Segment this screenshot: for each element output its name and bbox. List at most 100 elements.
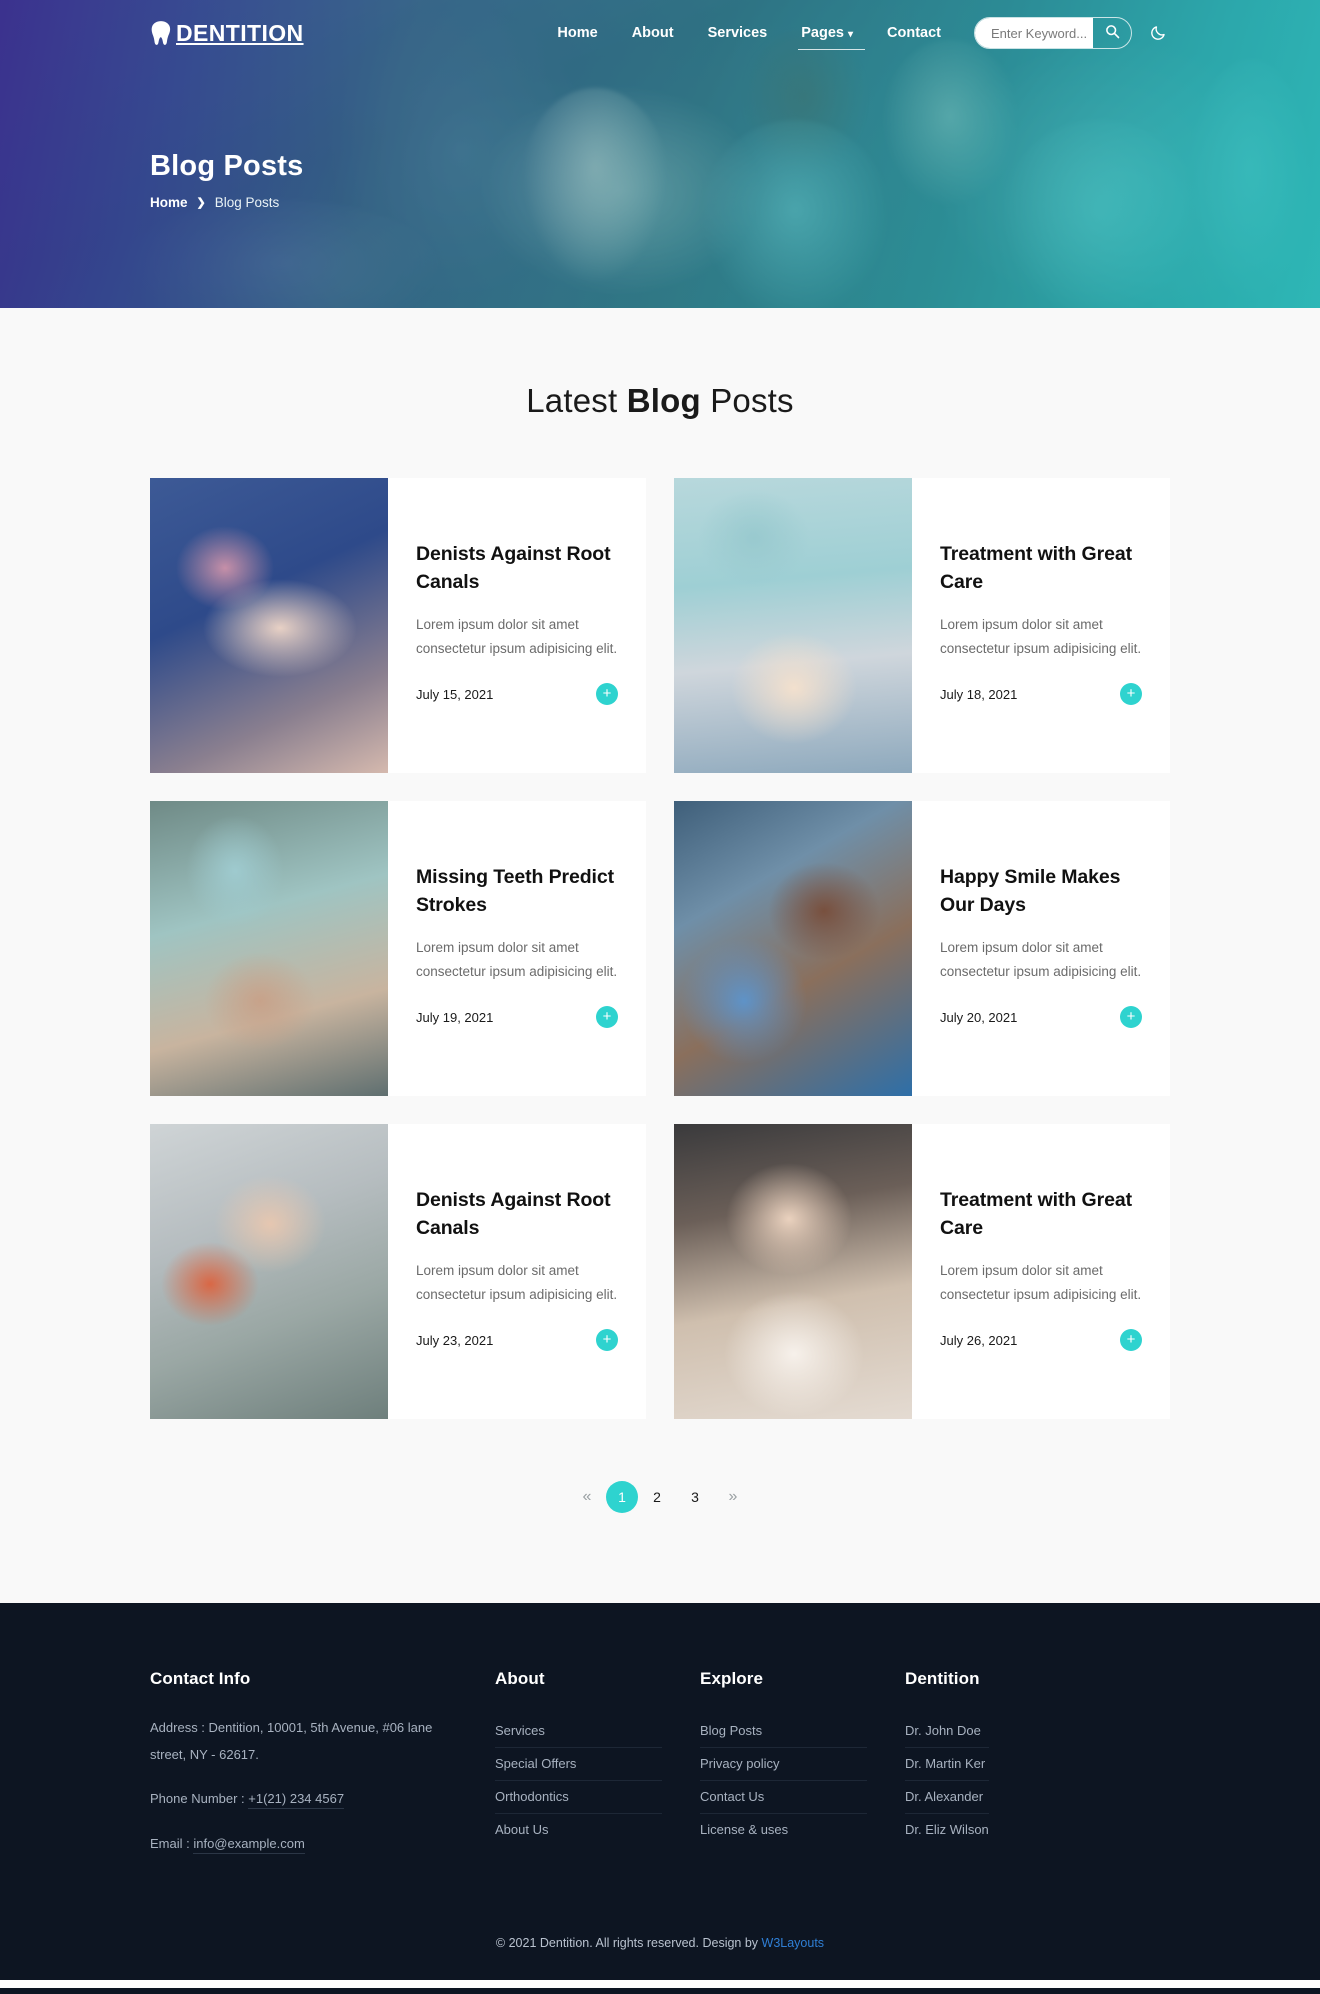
brand-logo[interactable]: DENTITION: [150, 20, 304, 47]
blog-card[interactable]: Denists Against Root Canals Lorem ipsum …: [150, 1124, 646, 1419]
footer-link-dr-martin-ker[interactable]: Dr. Martin Ker: [905, 1748, 989, 1780]
blog-card[interactable]: Treatment with Great Care Lorem ipsum do…: [674, 478, 1170, 773]
footer-link-contact-us[interactable]: Contact Us: [700, 1781, 867, 1813]
breadcrumb: Home ❯ Blog Posts: [150, 195, 1320, 210]
blog-card-footer: July 23, 2021 +: [416, 1329, 618, 1419]
nav-item-pages[interactable]: Pages ▾: [784, 25, 870, 50]
blog-title[interactable]: Happy Smile Makes Our Days: [940, 863, 1142, 920]
pagination-page-2[interactable]: 2: [638, 1481, 676, 1513]
blog-card-footer: July 18, 2021 +: [940, 683, 1142, 773]
bottom-strip-dark: [0, 1987, 1320, 1994]
blog-title[interactable]: Denists Against Root Canals: [416, 1186, 618, 1243]
list-item: Dr. John Doe: [905, 1715, 989, 1748]
footer-email-label: Email :: [150, 1835, 194, 1851]
list-item: Special Offers: [495, 1748, 662, 1781]
blog-thumbnail[interactable]: [674, 1124, 912, 1419]
nav-item-home[interactable]: Home: [540, 25, 614, 41]
blog-thumbnail[interactable]: [674, 801, 912, 1096]
pagination-page-current[interactable]: 1: [606, 1481, 638, 1513]
plus-icon-button[interactable]: +: [1120, 683, 1142, 705]
blog-title[interactable]: Treatment with Great Care: [940, 540, 1142, 597]
theme-toggle-button[interactable]: [1148, 22, 1170, 44]
footer-link-dr-alexander[interactable]: Dr. Alexander: [905, 1781, 989, 1813]
blog-card-body: Treatment with Great Care Lorem ipsum do…: [912, 1124, 1170, 1419]
search-submit-button[interactable]: [1093, 18, 1131, 48]
page-root: DENTITION Home About Services Pages ▾ Con…: [0, 0, 1320, 1994]
blog-excerpt: Lorem ipsum dolor sit amet consectetur i…: [940, 939, 1142, 979]
footer-link-blog-posts[interactable]: Blog Posts: [700, 1715, 867, 1747]
list-item: Dr. Eliz Wilson: [905, 1814, 989, 1846]
footer-link-orthodontics[interactable]: Orthodontics: [495, 1781, 662, 1813]
plus-icon-button[interactable]: +: [596, 1329, 618, 1351]
footer-link-dr-john-doe[interactable]: Dr. John Doe: [905, 1715, 989, 1747]
bottom-strip: [0, 1979, 1320, 1988]
breadcrumb-home[interactable]: Home: [150, 195, 188, 210]
list-item: Contact Us: [700, 1781, 867, 1814]
footer-link-license-uses[interactable]: License & uses: [700, 1814, 867, 1846]
blog-title[interactable]: Treatment with Great Care: [940, 1186, 1142, 1243]
section-title-light: Latest: [526, 382, 627, 419]
pagination-page-3[interactable]: 3: [676, 1481, 714, 1513]
list-item: License & uses: [700, 1814, 867, 1846]
breadcrumb-current: Blog Posts: [214, 195, 280, 210]
blog-card-footer: July 19, 2021 +: [416, 1006, 618, 1096]
footer-link-privacy-policy[interactable]: Privacy policy: [700, 1748, 867, 1780]
blog-date: July 26, 2021: [940, 1332, 1018, 1348]
plus-icon-button[interactable]: +: [1120, 1006, 1142, 1028]
footer-phone-row: Phone Number : +1(21) 234 4567: [150, 1786, 445, 1813]
blog-title[interactable]: Missing Teeth Predict Strokes: [416, 863, 618, 920]
nav-item-about[interactable]: About: [615, 25, 691, 41]
blog-excerpt: Lorem ipsum dolor sit amet consectetur i…: [416, 1262, 618, 1302]
search-input[interactable]: [975, 18, 1093, 48]
top-navigation-bar: DENTITION Home About Services Pages ▾ Con…: [0, 0, 1320, 66]
blog-date: July 19, 2021: [416, 1009, 494, 1025]
blog-thumbnail[interactable]: [150, 478, 388, 773]
hero-banner: DENTITION Home About Services Pages ▾ Con…: [0, 0, 1320, 308]
list-item: Orthodontics: [495, 1781, 662, 1814]
plus-icon-button[interactable]: +: [596, 683, 618, 705]
footer-link-special-offers[interactable]: Special Offers: [495, 1748, 662, 1780]
blog-card[interactable]: Missing Teeth Predict Strokes Lorem ipsu…: [150, 801, 646, 1096]
blog-card[interactable]: Happy Smile Makes Our Days Lorem ipsum d…: [674, 801, 1170, 1096]
blog-thumbnail[interactable]: [150, 1124, 388, 1419]
blog-date: July 23, 2021: [416, 1332, 494, 1348]
footer-phone-link[interactable]: +1(21) 234 4567: [248, 1791, 345, 1810]
hero-heading-block: Blog Posts Home ❯ Blog Posts: [0, 66, 1320, 210]
blog-card[interactable]: Denists Against Root Canals Lorem ipsum …: [150, 478, 646, 773]
footer-email-link[interactable]: info@example.com: [193, 1835, 305, 1854]
nav-item-contact[interactable]: Contact: [870, 25, 958, 41]
brand-name: DENTITION: [176, 19, 304, 46]
pagination: « 1 2 3 »: [0, 1481, 1320, 1513]
blog-grid: Denists Against Root Canals Lorem ipsum …: [150, 478, 1170, 1419]
page-title: Blog Posts: [150, 150, 304, 182]
footer-address: Address : Dentition, 10001, 5th Avenue, …: [150, 1720, 433, 1762]
plus-icon-button[interactable]: +: [596, 1006, 618, 1028]
blog-thumbnail[interactable]: [150, 801, 388, 1096]
blog-card[interactable]: Treatment with Great Care Lorem ipsum do…: [674, 1124, 1170, 1419]
footer-column-about: About Services Special Offers Orthodonti…: [495, 1669, 700, 1858]
nav-item-services[interactable]: Services: [691, 25, 785, 41]
blog-thumbnail[interactable]: [674, 478, 912, 773]
chevron-down-icon: ▾: [847, 29, 854, 40]
footer-email-row: Email : info@example.com: [150, 1831, 445, 1858]
search-icon: [1105, 24, 1120, 42]
pagination-prev[interactable]: «: [568, 1481, 606, 1513]
blog-title[interactable]: Denists Against Root Canals: [416, 540, 618, 597]
list-item: Dr. Alexander: [905, 1781, 989, 1814]
chevron-right-icon: ❯: [196, 197, 206, 209]
footer-columns: Contact Info Address : Dentition, 10001,…: [150, 1669, 1170, 1858]
list-item: Services: [495, 1715, 662, 1748]
section-title-tail: Posts: [700, 382, 794, 419]
blog-card-footer: July 15, 2021 +: [416, 683, 618, 773]
footer-copyright: © 2021 Dentition. All rights reserved. D…: [0, 1914, 1320, 1980]
footer-column-dentition: Dentition Dr. John Doe Dr. Martin Ker Dr…: [905, 1669, 1027, 1858]
plus-icon-button[interactable]: +: [1120, 1329, 1142, 1351]
list-item: About Us: [495, 1814, 662, 1846]
footer-phone-label: Phone Number :: [150, 1791, 249, 1807]
blog-date: July 15, 2021: [416, 686, 494, 702]
blog-card-body: Treatment with Great Care Lorem ipsum do…: [912, 478, 1170, 773]
pagination-next[interactable]: »: [714, 1481, 752, 1513]
footer-link-about-us[interactable]: About Us: [495, 1814, 662, 1846]
footer-link-services[interactable]: Services: [495, 1715, 662, 1747]
footer-link-dr-eliz-wilson[interactable]: Dr. Eliz Wilson: [905, 1814, 989, 1846]
